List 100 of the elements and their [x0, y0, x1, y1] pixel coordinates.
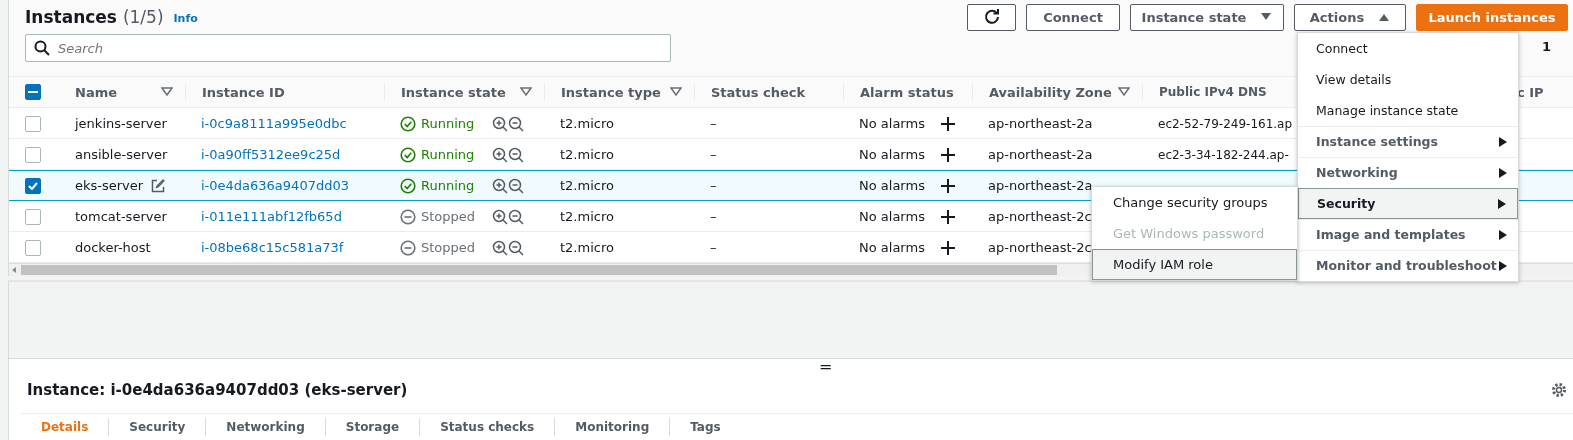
zoom-icon[interactable] [492, 115, 526, 132]
caret-icon [1498, 228, 1508, 241]
add-icon[interactable] [940, 115, 956, 132]
dropdown-button[interactable]: Actions [1294, 3, 1406, 31]
column-header[interactable]: Instance type [561, 84, 661, 100]
menu-item[interactable]: Change security groups [1092, 187, 1297, 218]
table-cell: docker-host [75, 240, 151, 255]
minus-circle-icon [400, 208, 416, 225]
table-cell: eks-server [75, 178, 144, 193]
sort-icon[interactable] [520, 87, 532, 97]
add-icon[interactable] [940, 177, 956, 194]
table-cell: ap-northeast-2a [988, 147, 1093, 162]
add-icon[interactable] [940, 239, 956, 256]
caret-icon [1498, 259, 1508, 272]
instance-state: Stopped [400, 208, 476, 225]
instance-state: Running [400, 146, 475, 163]
table-cell: – [710, 240, 717, 255]
table-cell: t2.micro [560, 147, 614, 162]
minus-icon [28, 91, 38, 93]
check-circle-icon [400, 146, 416, 163]
table-cell: ec2-52-79-249-161.ap [1158, 116, 1293, 131]
instance-id-link[interactable]: i-0e4da636a9407dd03 [201, 178, 349, 193]
tab[interactable]: Tags [670, 418, 741, 436]
refresh-icon [982, 8, 1001, 26]
table-cell: t2.micro [560, 240, 614, 255]
column-header[interactable]: Alarm status [860, 84, 954, 100]
table-cell: No alarms [859, 240, 925, 255]
caret-icon [1497, 197, 1507, 210]
menu-item[interactable]: Modify IAM role [1092, 249, 1297, 280]
menu-item[interactable]: View details [1298, 64, 1518, 95]
check-circle-icon [400, 177, 416, 194]
panel-title: Instance: i-0e4da636a9407dd03 (eks-server) [27, 381, 408, 399]
zoom-icon[interactable] [492, 146, 526, 163]
row-checkbox[interactable] [25, 208, 41, 225]
menu-item[interactable]: Instance settings [1298, 126, 1518, 157]
minus-circle-icon [400, 239, 416, 256]
sort-icon[interactable] [1118, 87, 1130, 97]
menu-item[interactable]: Security [1298, 188, 1518, 219]
row-checkbox[interactable] [25, 177, 41, 194]
column-header[interactable]: Name [75, 84, 117, 100]
instance-state: Running [400, 115, 475, 132]
info-link[interactable]: Info [173, 12, 198, 25]
instance-state: Stopped [400, 239, 476, 256]
edit-icon[interactable] [151, 178, 166, 193]
resize-handle[interactable]: = [819, 357, 833, 376]
table-cell: t2.micro [560, 116, 614, 131]
settings-icon[interactable] [1551, 382, 1567, 398]
page-title: Instances (1/5) [25, 7, 164, 27]
caret-icon [1260, 12, 1273, 22]
table-cell: – [710, 209, 717, 224]
caret-icon [1498, 166, 1508, 179]
table-cell: ap-northeast-2a [988, 178, 1093, 193]
row-checkbox[interactable] [25, 115, 41, 132]
menu-item[interactable]: Manage instance state [1298, 95, 1518, 126]
table-cell: tomcat-server [75, 209, 167, 224]
menu-item[interactable]: Connect [1298, 33, 1518, 64]
tab[interactable]: Monitoring [555, 418, 671, 436]
check-icon [28, 181, 38, 190]
table-cell: ansible-server [75, 147, 168, 162]
table-cell: – [710, 147, 717, 162]
sort-icon[interactable] [161, 87, 173, 97]
column-header[interactable]: Public IPv4 DNS [1159, 85, 1267, 99]
table-cell: t2.micro [560, 178, 614, 193]
instance-id-link[interactable]: i-0a90ff5312ee9c25d [201, 147, 341, 162]
sort-icon[interactable] [670, 87, 682, 97]
refresh-button[interactable] [967, 3, 1016, 31]
zoom-icon[interactable] [492, 208, 526, 225]
page-number[interactable]: 1 [1541, 38, 1551, 54]
zoom-icon[interactable] [492, 177, 526, 194]
row-checkbox[interactable] [25, 146, 41, 163]
instance-id-link[interactable]: i-011e111abf12fb65d [201, 209, 342, 224]
dropdown-button[interactable]: Instance state [1130, 3, 1284, 31]
caret-icon [1378, 12, 1391, 22]
instance-state: Running [400, 177, 475, 194]
table-cell: t2.micro [560, 209, 614, 224]
instance-id-link[interactable]: i-08be68c15c581a73f [201, 240, 344, 255]
connect-button[interactable]: Connect [1026, 3, 1120, 31]
table-cell: No alarms [859, 178, 925, 193]
column-header[interactable]: Availability Zone [989, 84, 1112, 100]
tab[interactable]: Networking [206, 418, 326, 436]
tab[interactable]: Status checks [420, 418, 556, 436]
table-cell: ec2-3-34-182-244.ap- [1158, 147, 1289, 162]
instance-id-link[interactable]: i-0c9a8111a995e0dbc [201, 116, 347, 131]
search-icon [34, 40, 50, 56]
table-cell: No alarms [859, 116, 925, 131]
column-header[interactable]: Instance state [401, 84, 506, 100]
caret-icon [1498, 135, 1508, 148]
tab[interactable]: Storage [325, 418, 421, 436]
add-icon[interactable] [940, 208, 956, 225]
table-cell: ap-northeast-2c [988, 240, 1092, 255]
column-header[interactable]: Status check [711, 84, 806, 100]
table-cell: No alarms [859, 147, 925, 162]
add-icon[interactable] [940, 146, 956, 163]
table-cell: No alarms [859, 209, 925, 224]
column-header[interactable]: Instance ID [202, 84, 285, 100]
select-all-checkbox[interactable] [25, 84, 41, 100]
zoom-icon[interactable] [492, 239, 526, 256]
row-checkbox[interactable] [25, 239, 41, 256]
search-field[interactable]: Search [25, 34, 671, 62]
tab[interactable]: Security [109, 418, 207, 436]
